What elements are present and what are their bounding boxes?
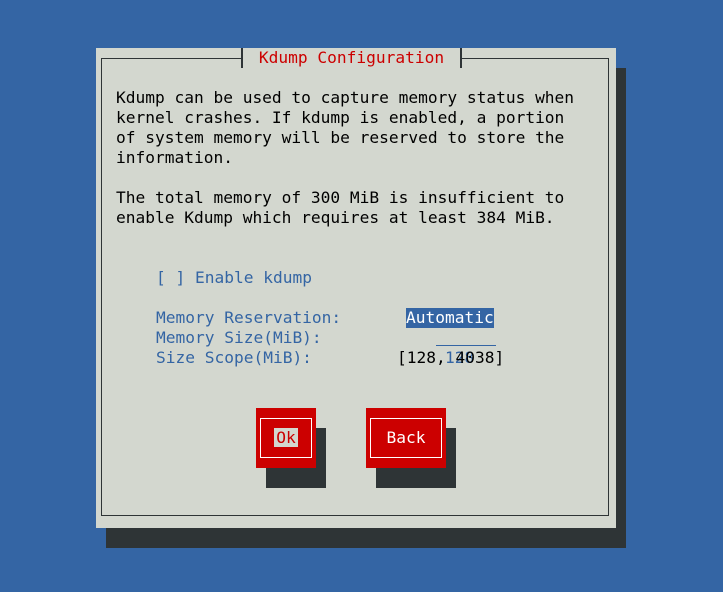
ok-button-border: Ok — [260, 418, 312, 458]
back-button[interactable]: Back — [366, 408, 446, 468]
memory-reservation-select[interactable]: Automatic — [406, 308, 494, 328]
back-button-border: Back — [370, 418, 442, 458]
size-scope-label: Size Scope(MiB): — [156, 348, 312, 367]
dialog-title: Kdump Configuration — [241, 48, 462, 68]
memory-size-label: Memory Size(MiB): — [156, 328, 322, 347]
ok-button[interactable]: Ok — [256, 408, 316, 468]
memory-reservation-label: Memory Reservation: — [156, 308, 342, 327]
size-scope-value: [128, 4038] — [397, 348, 505, 367]
ok-button-label: Ok — [274, 428, 298, 447]
memory-size-input[interactable]: 128 — [406, 328, 496, 367]
back-button-label: Back — [386, 428, 426, 447]
kdump-dialog: Kdump Configuration Kdump can be used to… — [96, 48, 616, 528]
enable-kdump-label: Enable kdump — [195, 268, 312, 287]
enable-kdump-checkbox[interactable]: [ ] Enable kdump — [156, 268, 312, 288]
memory-size-underline — [436, 345, 496, 346]
checkbox-box[interactable]: [ ] — [156, 268, 185, 287]
memory-warning-text: The total memory of 300 MiB is insuffici… — [116, 188, 565, 227]
description-text: Kdump can be used to capture memory stat… — [116, 88, 575, 167]
